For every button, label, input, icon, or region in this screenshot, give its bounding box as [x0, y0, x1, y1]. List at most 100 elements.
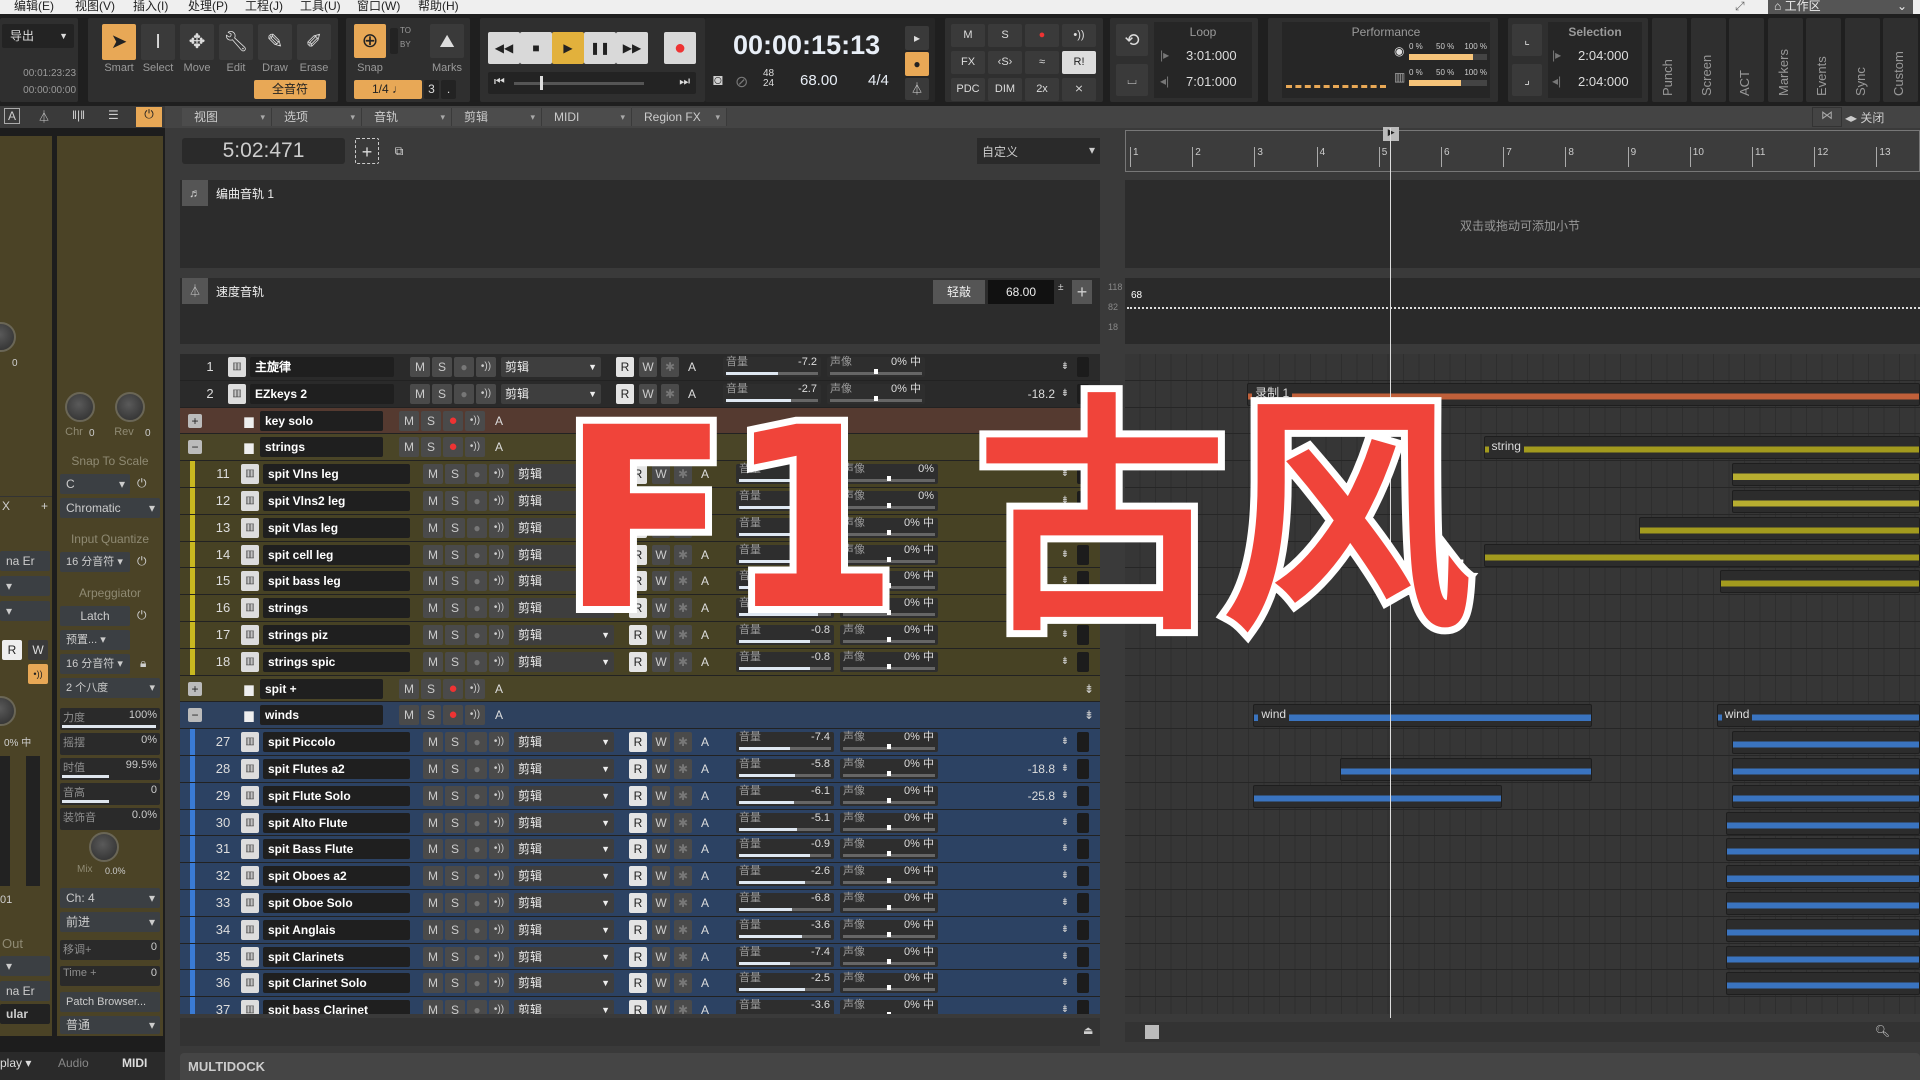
mute-button[interactable]: M [423, 866, 443, 887]
pan-slider[interactable]: 声像 0% 中 [840, 972, 938, 994]
module-events[interactable]: Events [1806, 18, 1841, 102]
menu-project[interactable]: 工程(J) [245, 0, 283, 13]
metronome-off-icon[interactable]: ⊘ [735, 72, 748, 92]
record-arm-icon[interactable]: ● [467, 919, 487, 940]
input-dropdown[interactable]: 剪辑 ▼ [514, 866, 614, 887]
mix-button[interactable]: ⨯ [1062, 78, 1096, 101]
menu-help[interactable]: 帮助(H) [418, 0, 459, 13]
clip[interactable] [1483, 543, 1920, 567]
write-automation-button[interactable]: W [28, 640, 48, 660]
go-to-start-icon[interactable]: ⏮ [494, 74, 505, 89]
transpose-slider[interactable]: 移调+ 0 [60, 940, 160, 960]
menu-剪辑[interactable]: 剪辑 [452, 108, 542, 126]
input-echo-icon[interactable]: •)) [465, 705, 485, 726]
menu-region-fx[interactable]: Region FX [632, 108, 727, 126]
close-pane-button[interactable]: ◂▸ 关闭 [1845, 109, 1884, 126]
automation-read-button[interactable]: A [492, 705, 506, 725]
mute-button[interactable]: M [423, 839, 443, 860]
menu-选项[interactable]: 选项 [272, 108, 362, 126]
freeze-icon[interactable]: ✱ [674, 839, 692, 860]
slider-thumb[interactable] [540, 76, 543, 90]
collapse-icon[interactable]: ⏏ [1083, 1024, 1093, 1037]
output-dropdown[interactable]: ▾ [0, 601, 50, 621]
menu-view[interactable]: 视图(V) [75, 0, 115, 13]
mute-button[interactable]: M [410, 357, 430, 377]
input-echo-icon[interactable]: •)) [489, 973, 509, 994]
clip[interactable] [1732, 731, 1920, 755]
freeze-icon[interactable]: ✱ [674, 946, 692, 967]
write-automation-button[interactable]: W [652, 946, 670, 967]
pan-knob[interactable] [0, 696, 16, 726]
out-synth-dropdown[interactable]: na Er [0, 981, 50, 1001]
clip-lane[interactable] [1125, 997, 1920, 1014]
pan-slider[interactable]: 声像 0% 中 [840, 731, 938, 753]
clip[interactable] [1340, 758, 1593, 781]
solo-button[interactable]: S [445, 464, 465, 485]
selection-start[interactable]: 2:04:000 [1578, 48, 1629, 63]
mix-button[interactable]: R! [1062, 51, 1096, 74]
selection-start-icon[interactable]: ⌞ [1512, 24, 1542, 56]
menu-tools[interactable]: 工具(U) [300, 0, 341, 13]
tempo-value-field[interactable]: 68.00 [988, 280, 1054, 304]
volume-slider[interactable]: 音量 -2.5 [736, 972, 834, 994]
track-row[interactable]: 27 ▥ spit Piccolo M S ● •)) 剪辑 ▼ R W ✱ A 音量 -7.4 声像 0% 中… [180, 729, 1100, 755]
scale-dropdown[interactable]: Chromatic ▾ [60, 498, 160, 518]
meter-menu-icon[interactable]: ⇟ [1060, 973, 1070, 993]
read-automation-button[interactable]: R [629, 1000, 647, 1014]
read-automation-button[interactable]: R [2, 640, 22, 660]
power-icon[interactable]: ⏻ [136, 107, 162, 127]
selection-end-icon[interactable]: ⌟ [1512, 64, 1542, 96]
clip[interactable] [1726, 811, 1920, 835]
arp-preset-dropdown[interactable]: 预置... ▾ [60, 630, 130, 650]
write-automation-button[interactable]: W [652, 866, 670, 887]
input-dropdown[interactable]: 剪辑 ▼ [514, 893, 614, 913]
volume-fader[interactable] [0, 756, 10, 886]
input-echo-icon[interactable]: •)) [489, 919, 509, 940]
input-dropdown[interactable]: 剪辑 ▼ [514, 973, 614, 994]
input-echo-icon[interactable]: •)) [465, 678, 485, 699]
export-dropdown[interactable]: 导出 ▼ [2, 24, 74, 48]
module-custom[interactable]: Custom [1883, 18, 1918, 102]
automation-lane-button[interactable]: A [696, 1000, 714, 1014]
workspace-dropdown[interactable]: ⌂ 工作区 ⌄ [1768, 0, 1913, 14]
record-arm-icon[interactable]: ● [443, 410, 463, 431]
freeze-icon[interactable]: ✱ [674, 812, 692, 833]
synth-dropdown[interactable]: na Er [0, 551, 50, 571]
track-name[interactable]: spit Clarinet Solo [263, 973, 410, 994]
pan-slider[interactable]: 声像 0% 中 [840, 892, 938, 913]
read-automation-button[interactable]: R [629, 812, 647, 833]
track-name[interactable]: spit Vlas leg [263, 517, 410, 538]
snap-value-button[interactable]: 1/4 ♩ [354, 80, 422, 99]
lock-icon[interactable]: 🔒︎ [140, 656, 146, 671]
track-name[interactable]: spit Bass Flute [263, 839, 410, 860]
out-dropdown[interactable]: ▾ [0, 956, 50, 976]
freeze-icon[interactable]: ✱ [674, 732, 692, 753]
tab-play[interactable]: play ▾ [0, 1056, 50, 1070]
meter-menu-icon[interactable]: ⇟ [1060, 1000, 1070, 1014]
read-automation-button[interactable]: R [629, 946, 647, 967]
input-echo-icon[interactable]: •)) [489, 464, 509, 485]
solo-button[interactable]: S [445, 598, 465, 619]
freeze-icon[interactable]: ✱ [674, 893, 692, 913]
input-dropdown[interactable]: ▾ [0, 576, 50, 596]
automation-lane-button[interactable]: A [696, 759, 714, 779]
read-automation-button[interactable]: R [629, 919, 647, 940]
track-name[interactable]: spit Vlns leg [263, 464, 410, 485]
record-arm-icon[interactable]: ● [454, 357, 474, 377]
meter-menu-icon[interactable]: ⇟ [1060, 732, 1070, 752]
record-arm-icon[interactable]: ● [467, 973, 487, 994]
folder-row[interactable]: + ▆ spit + M S ● •)) A ⇟ [180, 675, 1100, 702]
fast-forward-icon[interactable]: ▶▶ [616, 32, 648, 64]
folder-row[interactable]: − ▆ winds M S ● •)) A ⇟ [180, 702, 1100, 729]
mute-button[interactable]: M [423, 812, 443, 833]
meter-display[interactable]: 4/4 [868, 72, 889, 89]
automation-read-button[interactable]: A [492, 411, 506, 431]
track-name[interactable]: spit Alto Flute [263, 812, 410, 833]
mix-button[interactable]: ≈ [1025, 51, 1059, 74]
pan-slider[interactable]: 声像 0% 中 [840, 919, 938, 940]
duration-button[interactable]: 全音符 [254, 80, 326, 99]
arp-slider[interactable]: 时值 99.5% [60, 758, 160, 780]
solo-button[interactable]: S [445, 544, 465, 565]
automation-lane-button[interactable]: A [696, 786, 714, 806]
module-screen[interactable]: Screen [1690, 18, 1726, 102]
